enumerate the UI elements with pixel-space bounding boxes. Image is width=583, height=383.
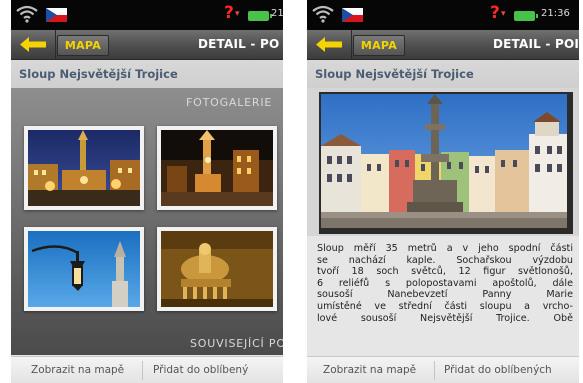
signal-arrow-icon: ▾ xyxy=(235,9,240,19)
bottom-divider xyxy=(434,361,435,380)
page-title: DETAIL - POI xyxy=(493,37,579,51)
main-photo[interactable] xyxy=(319,92,573,234)
back-button[interactable] xyxy=(307,30,352,59)
poi-title-bar: Sloup Nejsvětější Trojice xyxy=(307,60,579,88)
map-button[interactable]: MAPA xyxy=(57,35,109,56)
battery-icon xyxy=(514,11,538,21)
status-bar: ? ▾ 21: xyxy=(11,0,283,30)
signal-no-service-icon: ? xyxy=(224,3,234,23)
gallery-thumbnail[interactable] xyxy=(157,227,277,311)
poi-title-bar: Sloup Nejsvětější Trojice xyxy=(11,60,283,88)
night-square-photo xyxy=(28,130,140,206)
gallery-thumbnail[interactable] xyxy=(157,126,277,210)
phone-screen-detail: ? ▾ 21:36 MAPA DETAIL - POI Sloup Nejsvě… xyxy=(307,0,579,383)
show-on-map-button[interactable]: Zobrazit na mapě xyxy=(31,357,124,383)
signal-arrow-icon: ▾ xyxy=(501,9,506,19)
description-line: Sloup měří 35 metrů a v jeho spodní část… xyxy=(317,243,573,254)
phone-screen-gallery: ? ▾ 21: MAPA DETAIL - PO Sloup Nejsvětěj… xyxy=(11,0,283,383)
clock: 21: xyxy=(271,8,283,19)
page-title: DETAIL - PO xyxy=(198,37,280,51)
lamp-and-tower-photo xyxy=(28,231,140,307)
description-line: tvoří 18 soch světců, 12 figur světlonoš… xyxy=(317,266,573,278)
gallery-heading: FOTOGALERIE xyxy=(186,96,273,109)
related-heading: SOUVISEJÍCÍ PO xyxy=(190,337,283,350)
illuminated-column-photo xyxy=(161,130,273,206)
add-to-favorites-button[interactable]: Přidat do oblíbených xyxy=(444,357,552,383)
holy-trinity-column-photo xyxy=(321,94,567,228)
show-on-map-button[interactable]: Zobrazit na mapě xyxy=(323,357,416,383)
gallery-panel: FOTOGALERIE SOUVISEJÍCÍ PO xyxy=(11,88,283,355)
bottom-action-bar: Zobrazit na mapě Přidat do oblíbených xyxy=(307,356,579,383)
navigation-bar: MAPA DETAIL - POI xyxy=(307,30,579,60)
back-button[interactable] xyxy=(11,30,56,59)
poi-title: Sloup Nejsvětější Trojice xyxy=(19,67,178,81)
baroque-sculpture-photo xyxy=(161,231,273,307)
add-to-favorites-button[interactable]: Přidat do oblíbený xyxy=(153,357,248,383)
bottom-action-bar: Zobrazit na mapě Přidat do oblíbený xyxy=(11,356,283,383)
clock: 21:36 xyxy=(541,8,570,19)
description-line: se nachází kaple. Sochařskou výzdobu xyxy=(317,254,573,266)
battery-icon xyxy=(248,11,272,21)
back-arrow-icon xyxy=(20,37,46,52)
gallery-thumbnail[interactable] xyxy=(24,126,144,210)
status-bar: ? ▾ 21:36 xyxy=(307,0,579,30)
description-line: lové sousoší Nejsvětější Trojice. Obě xyxy=(317,312,573,324)
czech-flag-icon xyxy=(342,8,363,22)
czech-flag-icon xyxy=(46,8,67,22)
photo-area xyxy=(307,88,579,236)
poi-title: Sloup Nejsvětější Trojice xyxy=(315,67,474,81)
description-line: sousoší Nanebevzetí Panny Marie xyxy=(317,289,573,301)
description-line: 6 reliéfů s polopostavami apoštolů, dále xyxy=(317,277,573,289)
description-line: umístěné ve střední části sloupu a vrcho… xyxy=(317,300,573,312)
navigation-bar: MAPA DETAIL - PO xyxy=(11,30,283,60)
gallery-thumbnail[interactable] xyxy=(24,227,144,311)
poi-description: Sloup měří 35 metrů a v jeho spodní část… xyxy=(317,243,573,353)
bottom-divider xyxy=(142,361,143,380)
map-button[interactable]: MAPA xyxy=(353,35,405,56)
back-arrow-icon xyxy=(316,37,342,52)
wifi-icon xyxy=(16,5,38,23)
wifi-icon xyxy=(312,5,334,23)
signal-no-service-icon: ? xyxy=(490,3,500,23)
